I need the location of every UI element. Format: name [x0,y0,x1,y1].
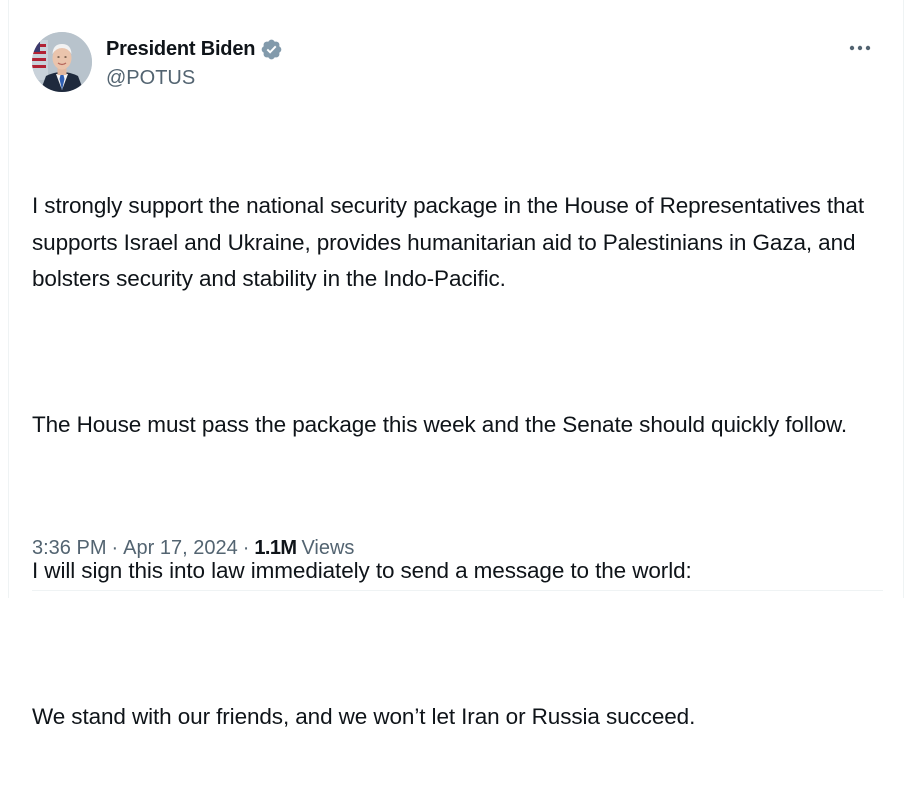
avatar[interactable] [32,32,92,92]
author-names: President Biden @POTUS [106,36,283,90]
views-label: Views [301,537,355,559]
presidential-portrait-avatar-icon [32,32,92,92]
tweet-date[interactable]: Apr 17, 2024 [123,537,238,560]
verified-badge-icon[interactable] [260,38,283,61]
more-options-icon [849,45,871,51]
divider [32,590,883,591]
display-name-row: President Biden [106,36,283,62]
author-handle[interactable]: @POTUS [106,67,283,90]
tweet-text: I strongly support the national security… [32,115,892,809]
meta-separator: · [111,537,119,559]
tweet-header: President Biden @POTUS [32,32,883,96]
tweet-card: President Biden @POTUS I strongly suppor… [8,0,904,729]
display-name[interactable]: President Biden [106,38,255,61]
tweet-time[interactable]: 3:36 PM [32,537,106,560]
meta-separator: · [242,537,250,559]
tweet-meta: 3:36 PM · Apr 17, 2024 · 1.1M Views [32,537,354,560]
tweet-paragraph: I strongly support the national security… [32,193,871,291]
tweet-paragraph: We stand with our friends, and we won’t … [32,704,696,729]
views-count[interactable]: 1.1M [254,537,297,560]
more-options-button[interactable] [843,38,877,58]
tweet-paragraph: The House must pass the package this wee… [32,412,848,437]
